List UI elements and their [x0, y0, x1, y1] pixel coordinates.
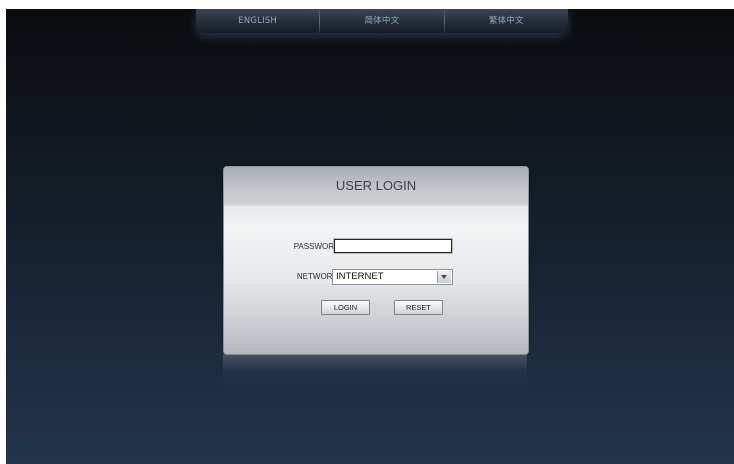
- network-selected-value: INTERNET: [336, 271, 384, 282]
- language-bar: ENGLISH 简体中文 繁体中文: [196, 9, 568, 33]
- login-panel: USER LOGIN PASSWORD: NETWORK: INTERNET L…: [223, 166, 529, 355]
- network-label: NETWORK:: [296, 272, 340, 281]
- password-field[interactable]: [333, 238, 453, 254]
- password-label: PASSWORD:: [293, 242, 342, 251]
- chevron-down-icon[interactable]: [437, 271, 451, 283]
- reset-button[interactable]: RESET: [394, 300, 443, 315]
- network-select[interactable]: INTERNET: [332, 269, 453, 285]
- lang-simplified-chinese-link[interactable]: 简体中文: [320, 9, 443, 33]
- login-panel-reflection: [223, 354, 527, 392]
- login-title: USER LOGIN: [335, 178, 417, 193]
- login-button[interactable]: LOGIN: [321, 300, 370, 315]
- page-background: ENGLISH 简体中文 繁体中文 USER LOGIN PASSWORD: N…: [6, 9, 734, 464]
- lang-traditional-chinese-link[interactable]: 繁体中文: [445, 9, 568, 33]
- lang-english-link[interactable]: ENGLISH: [196, 9, 319, 33]
